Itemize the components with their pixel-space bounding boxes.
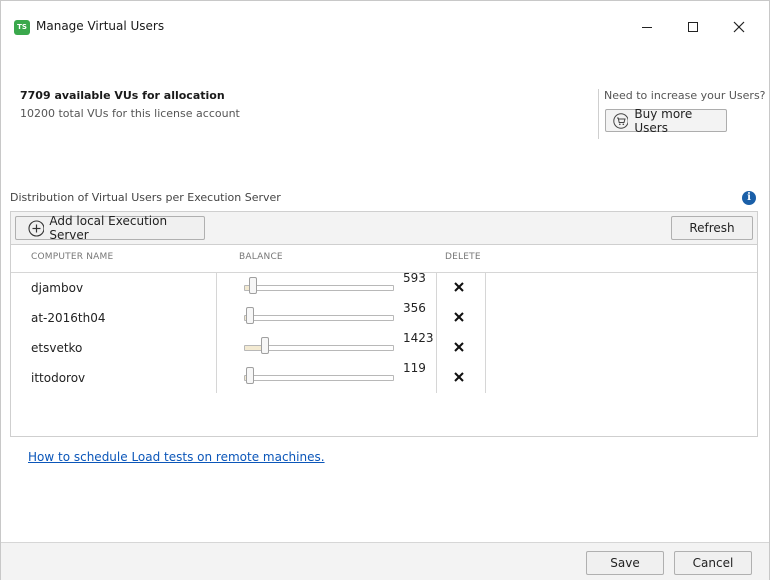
- balance-value: 593: [403, 271, 426, 285]
- balance-value: 1423: [403, 331, 434, 345]
- balance-slider[interactable]: [244, 307, 399, 329]
- panel-toolbar: Add local Execution Server Refresh: [11, 212, 757, 245]
- add-server-label: Add local Execution Server: [49, 214, 168, 242]
- distribution-label: Distribution of Virtual Users per Execut…: [10, 191, 281, 204]
- table-row: djambov 593: [11, 271, 491, 303]
- computer-name-cell: at-2016th04: [31, 311, 106, 325]
- delete-x-icon[interactable]: [452, 310, 466, 324]
- close-icon: [733, 21, 745, 33]
- computer-name-cell: etsvetko: [31, 341, 83, 355]
- cancel-label: Cancel: [692, 556, 734, 570]
- column-header-balance: BALANCE: [239, 252, 283, 262]
- total-vus-text: 10200 total VUs for this license account: [20, 107, 240, 120]
- maximize-button[interactable]: [678, 13, 708, 41]
- dialog-footer: Save Cancel: [1, 542, 769, 580]
- slider-thumb[interactable]: [246, 367, 254, 384]
- table-row: etsvetko 1423: [11, 331, 491, 363]
- slider-track: [244, 315, 394, 321]
- maximize-icon: [688, 22, 698, 32]
- refresh-button[interactable]: Refresh: [671, 216, 753, 240]
- balance-slider[interactable]: [244, 337, 399, 359]
- buy-more-users-label: Buy more Users: [634, 106, 693, 135]
- window-title: Manage Virtual Users: [36, 19, 165, 33]
- save-button[interactable]: Save: [586, 551, 664, 575]
- schedule-help-link[interactable]: How to schedule Load tests on remote mac…: [28, 450, 325, 464]
- app-logo-icon: TS: [14, 20, 30, 35]
- slider-thumb[interactable]: [248, 277, 257, 294]
- save-label: Save: [610, 556, 640, 570]
- manage-virtual-users-dialog: TS Manage Virtual Users 7709 available V…: [0, 0, 770, 580]
- add-local-execution-server-button[interactable]: Add local Execution Server: [15, 214, 205, 242]
- close-button[interactable]: [724, 13, 754, 41]
- upsell-prompt: Need to increase your Users?: [604, 89, 766, 102]
- title-bar: TS Manage Virtual Users: [1, 1, 769, 53]
- table-row: ittodorov 119: [11, 361, 491, 393]
- minimize-button[interactable]: [632, 13, 662, 41]
- slider-thumb[interactable]: [261, 337, 269, 354]
- column-header-computer-name: COMPUTER NAME: [31, 252, 114, 262]
- slider-track: [244, 285, 394, 291]
- upsell-section: Need to increase your Users? Buy more Us…: [598, 89, 766, 139]
- delete-x-icon[interactable]: [452, 280, 466, 294]
- buy-more-users-button[interactable]: Buy more Users: [605, 106, 727, 135]
- delete-x-icon[interactable]: [452, 340, 466, 354]
- balance-slider[interactable]: [244, 277, 399, 299]
- plus-circle-icon: [28, 219, 45, 237]
- info-icon[interactable]: i: [742, 191, 756, 205]
- cart-icon: [613, 112, 629, 129]
- minimize-icon: [642, 27, 652, 28]
- slider-track: [244, 375, 394, 381]
- table-row: at-2016th04 356: [11, 301, 491, 333]
- computer-name-cell: ittodorov: [31, 371, 86, 385]
- column-header-delete: DELETE: [445, 252, 481, 262]
- balance-slider[interactable]: [244, 367, 399, 389]
- delete-x-icon[interactable]: [452, 370, 466, 384]
- available-vus-text: 7709 available VUs for allocation: [20, 89, 225, 102]
- slider-thumb[interactable]: [246, 307, 254, 324]
- execution-servers-panel: Add local Execution Server Refresh COMPU…: [10, 211, 758, 464]
- computer-name-cell: djambov: [31, 281, 84, 295]
- balance-value: 119: [403, 361, 426, 375]
- refresh-label: Refresh: [689, 221, 735, 235]
- balance-value: 356: [403, 301, 426, 315]
- cancel-button[interactable]: Cancel: [674, 551, 752, 575]
